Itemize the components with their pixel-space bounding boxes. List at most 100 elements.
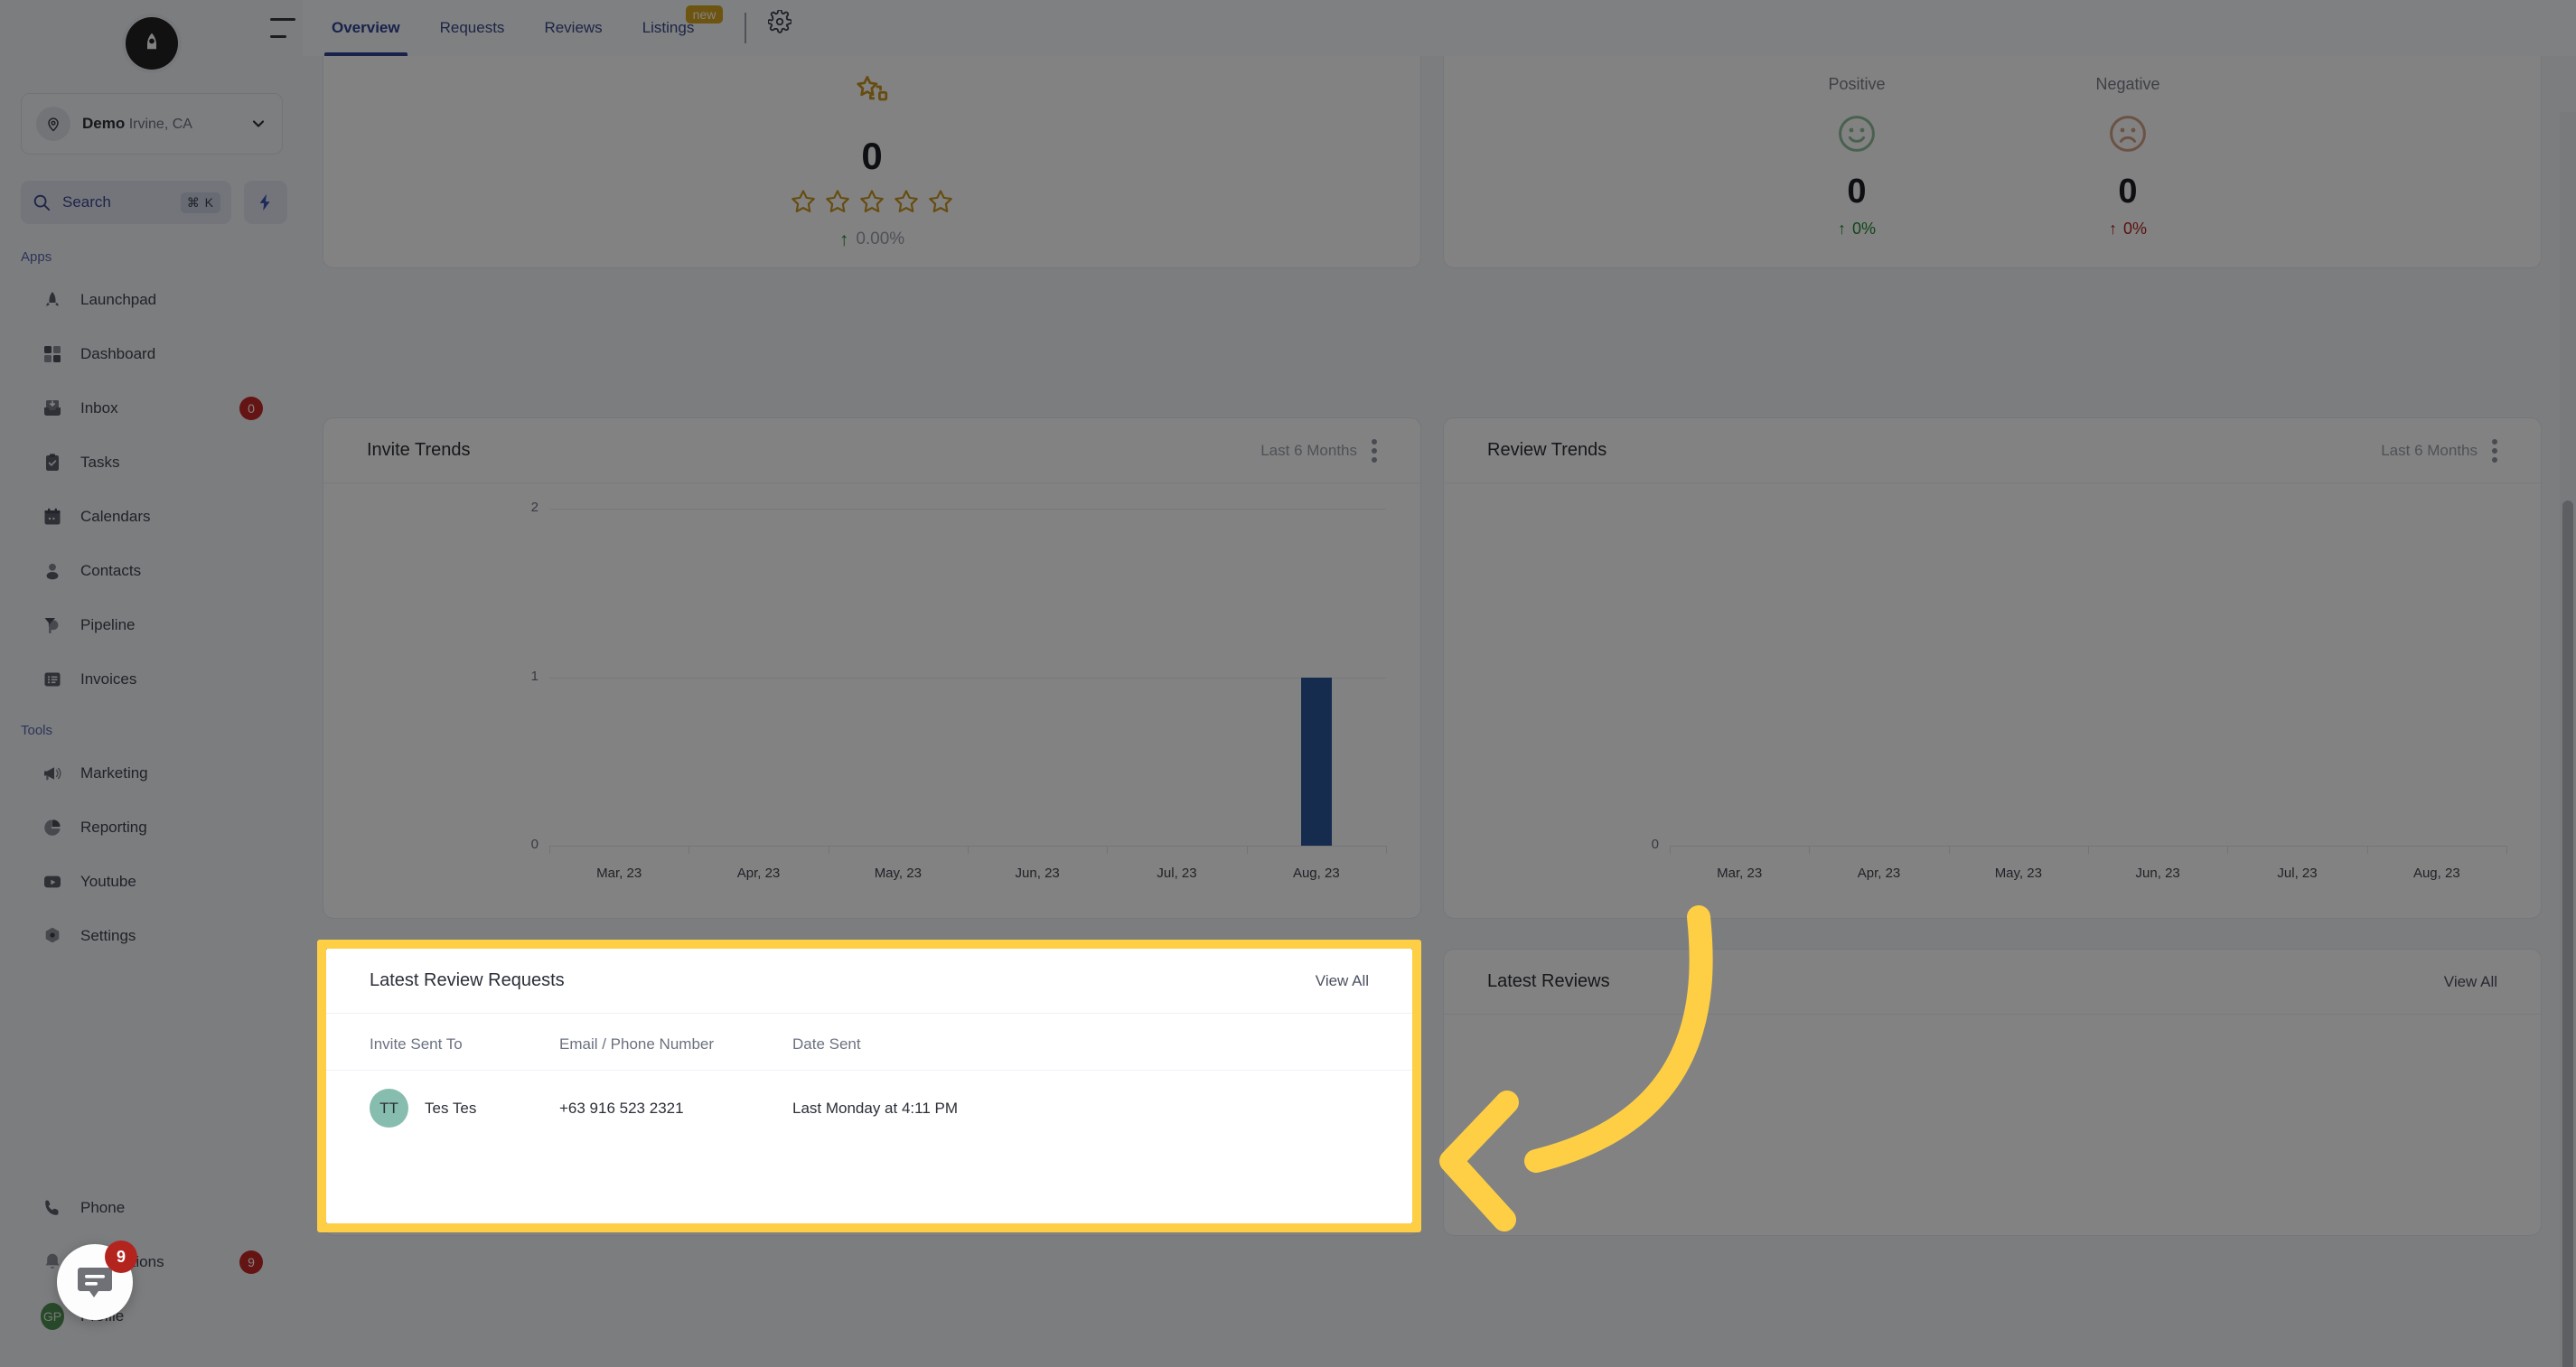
review-trends-card: Review Trends Last 6 Months 0 Mar, 23 Apr,… [1443, 417, 2542, 919]
vertical-scrollbar-thumb[interactable] [2562, 501, 2573, 1367]
sidebar-item-pipeline[interactable]: Pipeline [21, 598, 283, 652]
sidebar-item-dashboard[interactable]: Dashboard [21, 327, 283, 381]
chevron-down-icon[interactable] [249, 115, 267, 133]
review-trends-chart: 0 Mar, 23 Apr, 23 May, 23 Jun, 23 Jul, 23 Aug,… [1444, 483, 2541, 918]
tab-reviews[interactable]: Reviews [524, 0, 622, 56]
chat-unread-badge: 9 [105, 1241, 137, 1273]
chart-x-tick-label: Jun, 23 [2135, 866, 2180, 881]
kebab-menu-icon[interactable] [2492, 438, 2497, 463]
location-switcher[interactable]: Demo Irvine, CA [21, 93, 283, 154]
review-trends-range[interactable]: Last 6 Months [2381, 442, 2478, 460]
chart-bar[interactable] [1300, 677, 1332, 846]
invite-trends-header: Invite Trends Last 6 Months [323, 418, 1420, 483]
sentiment-delta: ↑ 0% [2109, 220, 2147, 239]
search-input[interactable]: Search ⌘ K [21, 181, 231, 224]
sidebar-item-inbox[interactable]: Inbox 0 [21, 381, 283, 435]
search-placeholder: Search [62, 193, 111, 211]
toolbar-divider [745, 13, 747, 43]
sidebar-item-tasks[interactable]: Tasks [21, 435, 283, 490]
sidebar-item-marketing[interactable]: Marketing [21, 746, 283, 801]
latest-reviews-card: Latest Reviews View All [1443, 949, 2542, 1236]
tab-label: Overview [332, 19, 400, 36]
happy-face-icon [1835, 112, 1878, 160]
sidebar-item-invoices[interactable]: Invoices [21, 652, 283, 707]
chart-x-tick-label: Aug, 23 [2412, 866, 2460, 881]
tab-overview[interactable]: Overview [312, 0, 420, 56]
chart-x-tick-label: Aug, 23 [1292, 866, 1340, 881]
star-row [790, 188, 954, 215]
chart-x-tick-label: May, 23 [1994, 866, 2042, 881]
settings-gear-icon [41, 924, 64, 948]
hamburger-menu-icon[interactable] [270, 18, 295, 38]
rating-value: 0 [861, 135, 883, 177]
sidebar-item-label: Inbox [80, 399, 118, 417]
sidebar-item-calendars[interactable]: Calendars [21, 490, 283, 544]
review-trends-title: Review Trends [1487, 440, 1607, 460]
latest-reviews-view-all[interactable]: View All [2444, 973, 2497, 991]
avatar: GP [41, 1303, 64, 1330]
sad-face-icon [2106, 112, 2150, 160]
settings-button[interactable] [768, 0, 792, 56]
sentiment-label: Negative [2095, 75, 2160, 93]
sidebar-item-settings[interactable]: Settings [21, 909, 283, 963]
chart-x-tick-label: Mar, 23 [1717, 866, 1763, 881]
review-trends-header: Review Trends Last 6 Months [1444, 418, 2541, 483]
chart-gridline [549, 677, 1386, 679]
location-name: Demo [82, 114, 126, 132]
chart-tick-mark [2506, 846, 2507, 854]
sidebar-item-contacts[interactable]: Contacts [21, 544, 283, 598]
chart-tick-mark [1386, 846, 1387, 854]
sidebar-item-phone[interactable]: Phone [21, 1181, 283, 1235]
sidebar-bottom-list: PhoneNotifications9GPProfile [21, 1181, 283, 1344]
chart-x-tick-label: Jul, 23 [1157, 866, 1197, 881]
sidebar-tools-list: Marketing Reporting Youtube Settings [21, 746, 283, 963]
kebab-menu-icon[interactable] [1372, 438, 1377, 463]
sentiment-delta-value: 0% [1851, 220, 1876, 238]
chart-tick-mark [1809, 846, 1811, 854]
chart-x-tick-label: Apr, 23 [736, 866, 781, 881]
tab-requests[interactable]: Requests [420, 0, 525, 56]
sentiment-value: 0 [1847, 173, 1867, 211]
chart-y-tick-label: 0 [530, 837, 539, 852]
sidebar-item-label: Pipeline [80, 616, 136, 633]
chart-tick-mark [1107, 846, 1109, 854]
invite-trends-range[interactable]: Last 6 Months [1260, 442, 1357, 460]
invite-trends-title: Invite Trends [367, 440, 471, 460]
vertical-scrollbar-track[interactable] [2560, 112, 2576, 1367]
app-logo[interactable] [126, 17, 178, 70]
sentiment-delta-value: 0% [2122, 220, 2147, 238]
chart-x-tick-label: Jun, 23 [1015, 866, 1060, 881]
quick-action-button[interactable] [244, 181, 287, 224]
trend-up-arrow-icon: ↑ [1837, 220, 1846, 238]
star-icon [895, 190, 918, 212]
tab-listings[interactable]: Listings new [623, 0, 724, 56]
chart-x-tick-label: Mar, 23 [596, 866, 642, 881]
star-rating-icon [852, 73, 892, 117]
sidebar-section-apps-title: Apps [21, 249, 52, 265]
sidebar-item-label: Marketing [80, 764, 148, 782]
chart-y-tick-label: 1 [530, 668, 539, 684]
tab-bar: Overview Requests Reviews Listings new [303, 0, 724, 56]
sentiment-column-positive: Positive 0 ↑ 0% [1775, 75, 1938, 269]
trend-up-arrow-icon: ↑ [838, 229, 849, 250]
calendar-icon [41, 505, 64, 529]
sidebar-item-launchpad[interactable]: Launchpad [21, 273, 283, 327]
invite-trends-chart: 0 1 2 Mar, 23 Apr, 23 May, 23 Jun, 23 Jul, 23 Au… [323, 483, 1420, 918]
sentiment-value: 0 [2118, 173, 2138, 211]
sidebar-item-label: Phone [80, 1199, 126, 1216]
megaphone-icon [41, 762, 64, 785]
sidebar-section-tools-title: Tools [21, 723, 53, 738]
chart-tick-mark [1948, 846, 1950, 854]
lightning-bolt-icon [259, 193, 270, 211]
chart-tick-mark [2366, 846, 2368, 854]
chart-x-tick-label: Jul, 23 [2277, 866, 2318, 881]
sidebar-item-badge: 9 [239, 1250, 263, 1274]
sidebar-item-reporting[interactable]: Reporting [21, 801, 283, 855]
chart-tick-mark [2088, 846, 2089, 854]
latest-reviews-title: Latest Reviews [1487, 971, 1610, 991]
star-icon [929, 190, 952, 212]
map-pin-icon [36, 107, 70, 141]
grid-icon [41, 342, 64, 366]
sidebar-item-youtube[interactable]: Youtube [21, 855, 283, 909]
new-badge: new [685, 5, 724, 23]
